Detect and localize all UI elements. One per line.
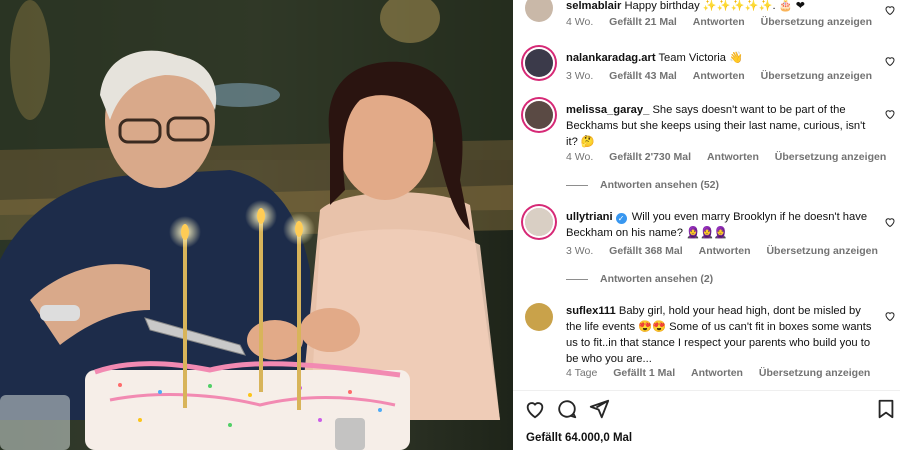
translate-button[interactable]: Übersetzung anzeigen [761, 16, 872, 28]
heart-icon[interactable] [884, 310, 896, 322]
verified-badge-icon: ✓ [615, 213, 627, 224]
reply-button[interactable]: Antworten [693, 16, 745, 28]
heart-icon[interactable] [524, 398, 546, 420]
comment-likes[interactable]: Gefällt 21 Mal [609, 16, 677, 28]
instagram-post-view: selmablair Happy birthday ✨✨✨✨✨. 🎂 ❤ 4 W… [0, 0, 900, 450]
post-photo[interactable] [0, 0, 513, 450]
avatar[interactable] [525, 208, 553, 236]
photo-illustration [0, 0, 513, 450]
comment-text-block: ullytriani ✓ Will you even marry Brooklyn… [566, 209, 876, 241]
view-replies-link[interactable]: Antworten ansehen (2) [566, 273, 713, 285]
avatar[interactable] [525, 49, 553, 77]
reply-button[interactable]: Antworten [691, 367, 743, 379]
comment-meta: 4 Wo. Gefällt 2'730 Mal Antworten Überse… [566, 151, 899, 163]
replies-divider [566, 184, 588, 186]
bookmark-icon[interactable] [875, 398, 897, 420]
send-icon[interactable] [588, 398, 610, 420]
comment-age: 4 Wo. [566, 151, 594, 163]
comment-username[interactable]: suflex111 [566, 305, 616, 317]
comment-text-block: melissa_garay_ She says doesn't want to … [566, 102, 876, 150]
comment-username[interactable]: selmablair [566, 0, 621, 12]
comment-text-block: nalankaradag.art Team Victoria 👋 [566, 50, 876, 66]
comment-meta: 4 Tage Gefällt 1 Mal Antworten Übersetzu… [566, 367, 883, 379]
heart-icon[interactable] [884, 108, 896, 120]
avatar[interactable] [525, 101, 553, 129]
translate-button[interactable]: Übersetzung anzeigen [761, 70, 872, 82]
heart-icon[interactable] [884, 55, 896, 67]
comment-likes[interactable]: Gefällt 43 Mal [609, 70, 677, 82]
comment-likes[interactable]: Gefällt 368 Mal [609, 245, 683, 257]
comment-text-block: selmablair Happy birthday ✨✨✨✨✨. 🎂 ❤ [566, 0, 876, 14]
comment-meta: 3 Wo. Gefällt 43 Mal Antworten Übersetzu… [566, 70, 885, 82]
comment-meta: 3 Wo. Gefällt 368 Mal Antworten Übersetz… [566, 245, 891, 257]
avatar-image [525, 208, 553, 236]
comment-username[interactable]: ullytriani [566, 211, 613, 223]
avatar[interactable] [525, 303, 553, 331]
comment-meta: 4 Wo. Gefällt 21 Mal Antworten Übersetzu… [566, 16, 885, 28]
avatar-image [525, 0, 553, 22]
comment-body: Team Victoria 👋 [658, 52, 744, 64]
avatar[interactable] [525, 0, 553, 22]
comment-age: 3 Wo. [566, 245, 594, 257]
translate-button[interactable]: Übersetzung anzeigen [759, 367, 870, 379]
reply-button[interactable]: Antworten [699, 245, 751, 257]
translate-button[interactable]: Übersetzung anzeigen [766, 245, 877, 257]
comment-age: 3 Wo. [566, 70, 594, 82]
avatar-image [525, 49, 553, 77]
comment-text-block: suflex111 Baby girl, hold your head high… [566, 303, 876, 367]
comments-panel: selmablair Happy birthday ✨✨✨✨✨. 🎂 ❤ 4 W… [513, 0, 900, 450]
view-replies-link[interactable]: Antworten ansehen (52) [566, 179, 719, 191]
comment-likes[interactable]: Gefällt 1 Mal [613, 367, 675, 379]
view-replies-label[interactable]: Antworten ansehen (2) [600, 273, 713, 285]
avatar-image [525, 101, 553, 129]
reply-button[interactable]: Antworten [707, 151, 759, 163]
view-replies-label[interactable]: Antworten ansehen (52) [600, 179, 719, 191]
replies-divider [566, 278, 588, 280]
comment-age: 4 Tage [566, 367, 598, 379]
comment-icon[interactable] [556, 398, 578, 420]
total-likes[interactable]: Gefällt 64.000,0 Mal [526, 432, 632, 444]
translate-button[interactable]: Übersetzung anzeigen [775, 151, 886, 163]
comment-username[interactable]: melissa_garay_ [566, 104, 649, 116]
avatar-image [525, 303, 553, 331]
comment-body: Happy birthday ✨✨✨✨✨. 🎂 ❤ [624, 0, 806, 12]
post-action-bar [513, 398, 900, 424]
comment-age: 4 Wo. [566, 16, 594, 28]
heart-icon[interactable] [884, 216, 896, 228]
comment-likes[interactable]: Gefällt 2'730 Mal [609, 151, 691, 163]
reply-button[interactable]: Antworten [693, 70, 745, 82]
comment-username[interactable]: nalankaradag.art [566, 52, 656, 64]
actions-divider [513, 390, 900, 391]
heart-icon[interactable] [884, 4, 896, 16]
